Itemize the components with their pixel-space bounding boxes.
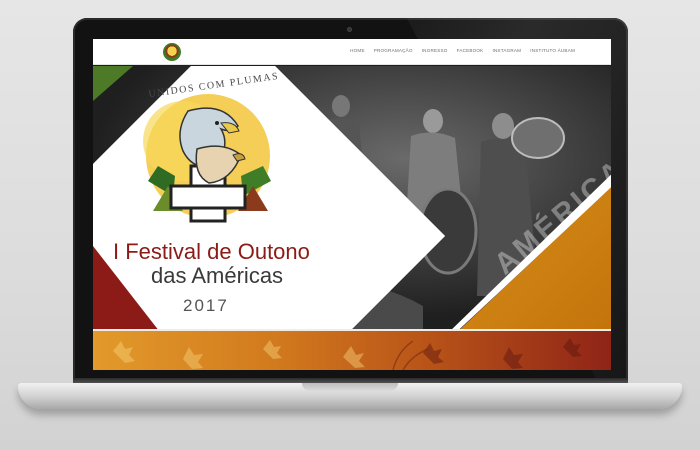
eagle-emblem — [143, 94, 271, 223]
nav-menu: HOME PROGRAMAÇÃO INGRESSO FACEBOOK INSTA… — [350, 48, 575, 53]
laptop-base-notch — [302, 383, 398, 391]
festival-logo-icon[interactable] — [163, 43, 181, 61]
nav-item-instagram[interactable]: INSTAGRAM — [492, 48, 521, 53]
nav-item-ingresso[interactable]: INGRESSO — [422, 48, 448, 53]
screen: HOME PROGRAMAÇÃO INGRESSO FACEBOOK INSTA… — [93, 39, 611, 370]
festival-subtitle: das Américas — [151, 263, 284, 288]
nav-item-instituto[interactable]: INSTITUTO ÁUBAM — [530, 48, 575, 53]
nav-item-home[interactable]: HOME — [350, 48, 365, 53]
webcam-icon — [347, 27, 352, 32]
nav-item-facebook[interactable]: FACEBOOK — [457, 48, 484, 53]
hero-banner: UNIDOS COM PLUMAS I Festival de Outono d… — [93, 66, 611, 331]
top-navbar: HOME PROGRAMAÇÃO INGRESSO FACEBOOK INSTA… — [93, 39, 611, 65]
leaves-pattern — [113, 338, 582, 370]
festival-title: I Festival de Outono — [113, 239, 310, 264]
festival-year: 2017 — [183, 296, 229, 315]
autumn-leaves-band — [93, 331, 611, 370]
nav-item-programacao[interactable]: PROGRAMAÇÃO — [374, 48, 413, 53]
